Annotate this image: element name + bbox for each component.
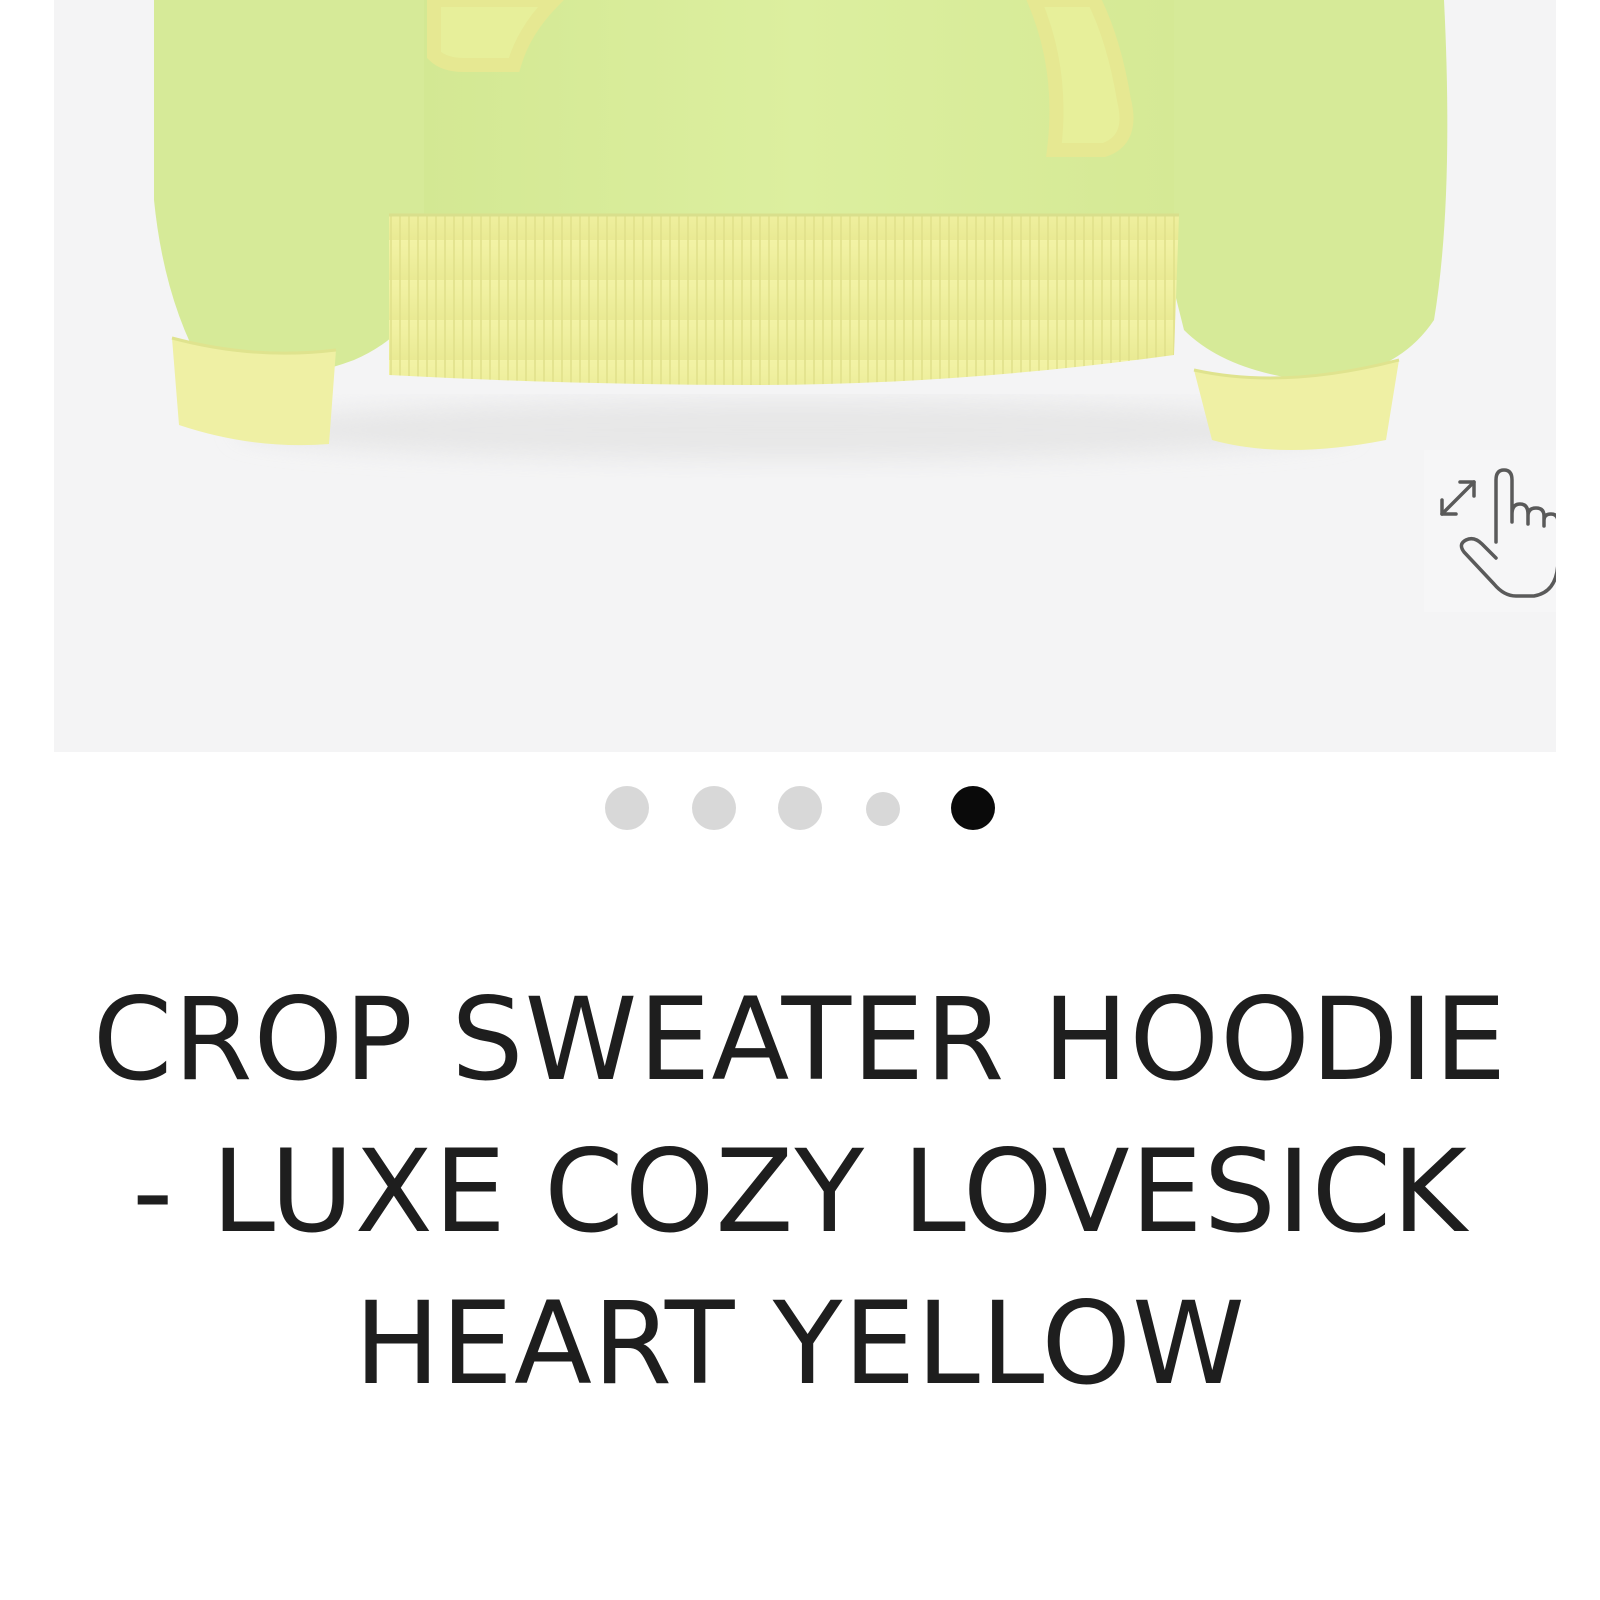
carousel-dot-4[interactable] [866, 792, 900, 826]
carousel-dot-2[interactable] [692, 786, 736, 830]
product-title: CROP SWEATER HOODIE - LUXE COZY LOVESICK… [92, 973, 1508, 1410]
product-page: CROP SWEATER HOODIE - LUXE COZY LOVESICK… [0, 0, 1600, 1600]
carousel-dots [0, 784, 1600, 834]
zoom-hint[interactable] [1424, 450, 1556, 612]
product-image-panel[interactable] [54, 0, 1556, 752]
product-photo [154, 0, 1448, 460]
pinch-zoom-hand-icon [1440, 468, 1556, 598]
carousel-dot-1[interactable] [605, 786, 649, 830]
carousel-dot-3[interactable] [778, 786, 822, 830]
carousel-dot-5-active[interactable] [951, 786, 995, 830]
